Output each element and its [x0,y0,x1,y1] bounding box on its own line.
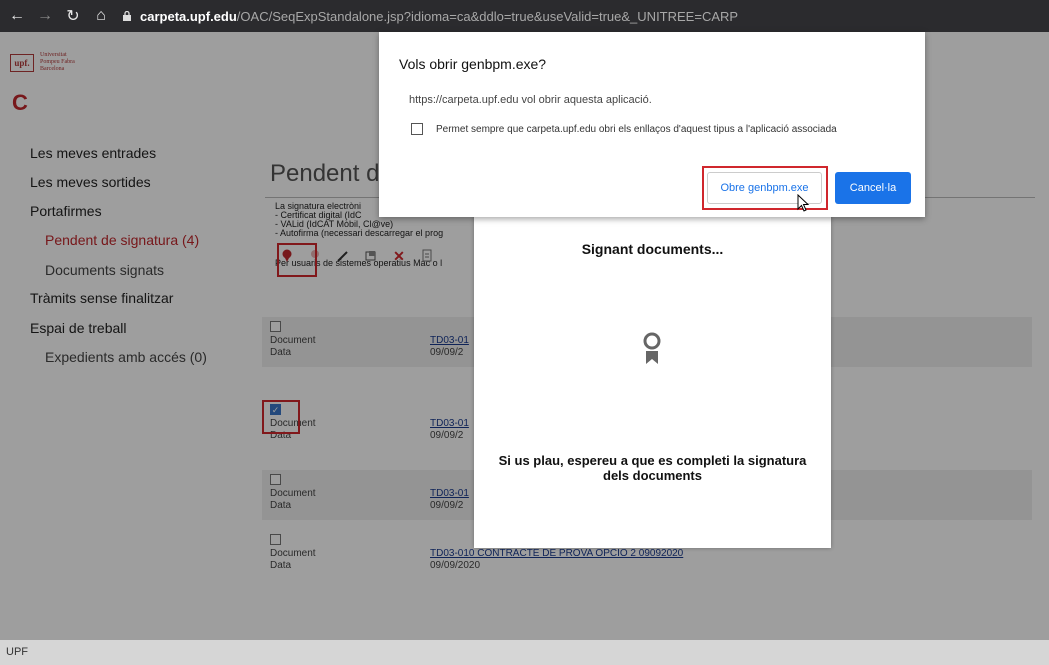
back-icon[interactable]: ← [6,5,28,27]
footer: UPF [0,640,1049,665]
url-path: /OAC/SeqExpStandalone.jsp?idioma=ca&ddlo… [236,8,739,24]
dialog-message: https://carpeta.upf.edu vol obrir aquest… [409,94,652,106]
reload-icon[interactable]: ↻ [62,5,84,27]
home-icon[interactable]: ⌂ [90,5,112,27]
footer-text: UPF [6,646,28,658]
certificate-icon [643,332,661,364]
forward-icon[interactable]: → [34,5,56,27]
mouse-cursor-icon [797,194,810,212]
signing-title: Signant documents... [581,241,724,257]
always-allow-checkbox[interactable] [411,123,423,135]
address-bar[interactable]: carpeta.upf.edu/OAC/SeqExpStandalone.jsp… [122,4,1039,28]
signing-wait-message: Si us plau, espereu a que es completi la… [498,453,807,483]
lock-icon [123,11,131,21]
always-allow-label[interactable]: Permet sempre que carpeta.upf.edu obri e… [436,124,837,135]
url-host: carpeta.upf.edu [140,8,237,24]
dialog-title: Vols obrir genbpm.exe? [399,56,547,72]
browser-toolbar: ← → ↻ ⌂ carpeta.upf.edu/OAC/SeqExpStanda… [0,0,1049,32]
open-app-dialog: Vols obrir genbpm.exe? https://carpeta.u… [379,32,925,217]
cancel-button[interactable]: Cancel·la [835,172,911,204]
signing-panel: Signant documents... Si us plau, espereu… [474,213,831,548]
